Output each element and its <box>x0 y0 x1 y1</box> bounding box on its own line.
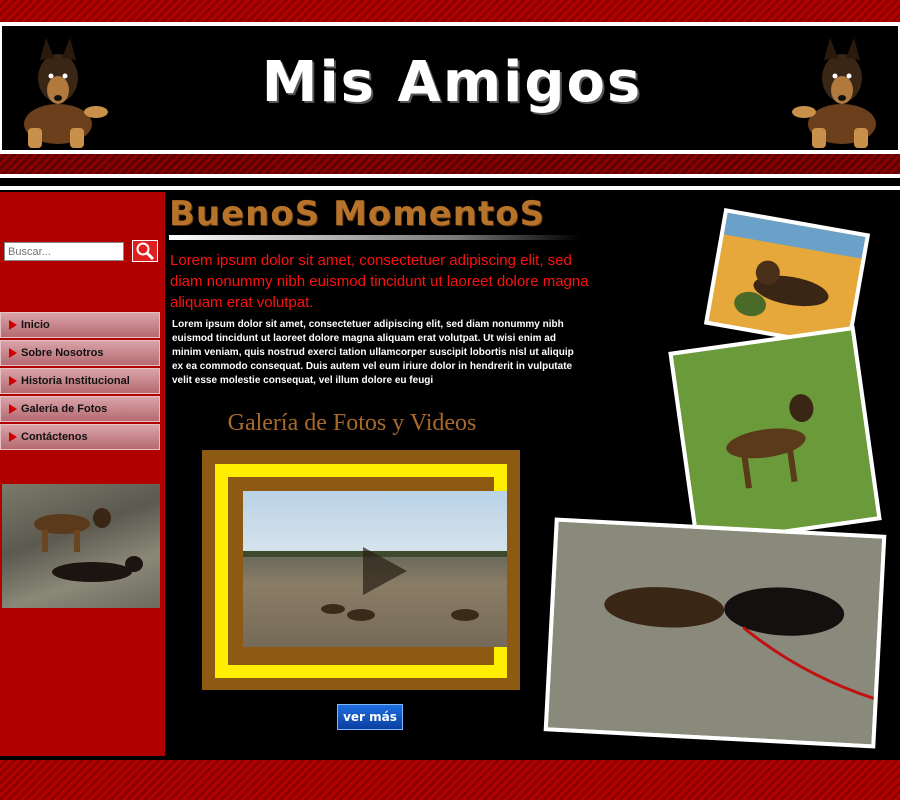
top-stripe <box>0 0 900 22</box>
arrow-right-icon <box>9 320 17 330</box>
arrow-right-icon <box>9 432 17 442</box>
section-title: BuenoS MomentoS <box>169 194 579 240</box>
play-icon[interactable] <box>363 547 407 595</box>
nav-item-label: Historia Institucional <box>21 375 130 387</box>
nav-item-label: Sobre Nosotros <box>21 347 104 359</box>
nav-item-label: Inicio <box>21 319 50 331</box>
main-content: BuenoS MomentoS Lorem ipsum dolor sit am… <box>165 192 900 756</box>
photo-grass-dog <box>668 325 882 547</box>
nav-item-contactenos[interactable]: Contáctenos <box>0 424 160 450</box>
search-input[interactable] <box>4 242 124 261</box>
search-icon <box>136 242 155 261</box>
video-border <box>215 464 507 678</box>
header-stripe <box>0 154 900 174</box>
site-header: Mis Amigos <box>0 22 900 154</box>
site-title: Mis Amigos <box>261 50 643 115</box>
main-nav: Inicio Sobre Nosotros Historia Instituci… <box>0 312 160 452</box>
video-thumbnail <box>243 491 507 647</box>
nav-item-label: Contáctenos <box>21 431 88 443</box>
nav-item-historia[interactable]: Historia Institucional <box>0 368 160 394</box>
video-player[interactable] <box>202 450 520 690</box>
dogs-photo <box>2 484 160 608</box>
sidebar: Inicio Sobre Nosotros Historia Instituci… <box>0 192 165 756</box>
arrow-right-icon <box>9 348 17 358</box>
photo-two-dogs <box>543 517 887 749</box>
ver-mas-button[interactable]: ver más <box>337 704 403 730</box>
dog-logo-right <box>792 38 876 148</box>
gallery-heading: Galería de Fotos y Videos <box>227 410 477 436</box>
divider <box>0 178 900 186</box>
nav-item-sobre-nosotros[interactable]: Sobre Nosotros <box>0 340 160 366</box>
nav-item-inicio[interactable]: Inicio <box>0 312 160 338</box>
arrow-right-icon <box>9 376 17 386</box>
body-paragraph: Lorem ipsum dolor sit amet, consectetuer… <box>172 319 574 386</box>
arrow-right-icon <box>9 404 17 414</box>
search-button[interactable] <box>132 240 158 262</box>
lead-paragraph: Lorem ipsum dolor sit amet, consectetuer… <box>170 252 589 311</box>
nav-item-galeria[interactable]: Galería de Fotos <box>0 396 160 422</box>
divider <box>0 186 900 190</box>
nav-item-label: Galería de Fotos <box>21 403 108 415</box>
footer-stripe <box>0 760 900 800</box>
